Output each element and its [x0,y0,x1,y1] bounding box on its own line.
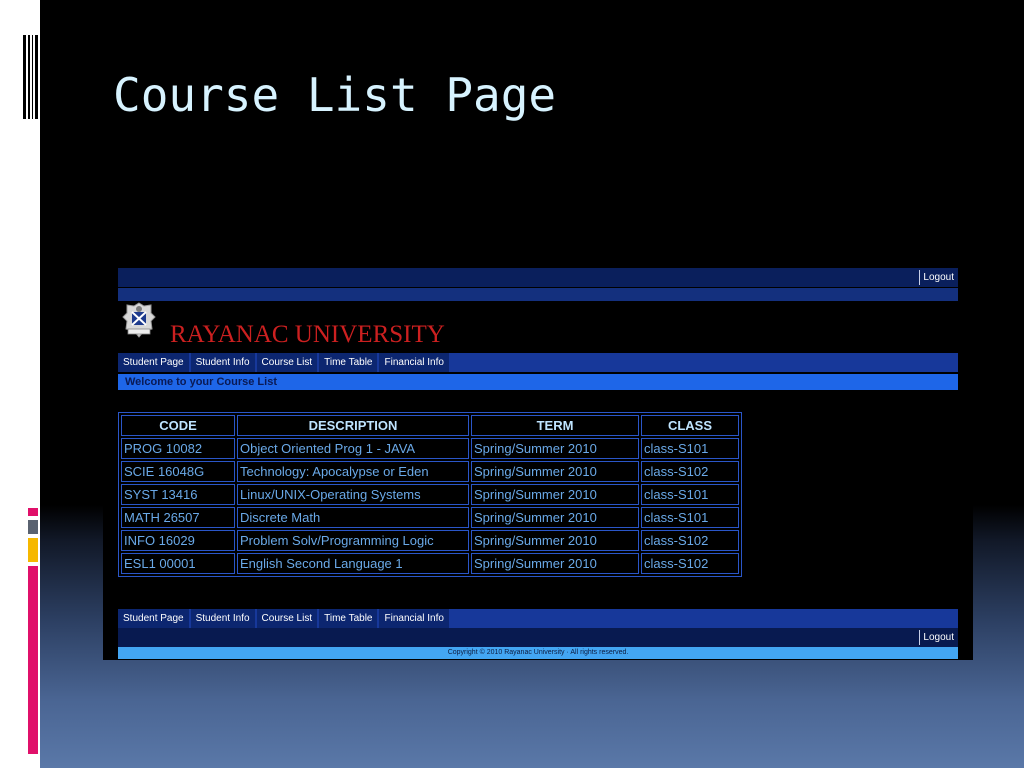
cell-class: class-S101 [641,507,739,528]
cell-term: Spring/Summer 2010 [471,553,639,574]
bottom-nav-bar: Student Page Student Info Course List Ti… [118,609,958,628]
cell-term: Spring/Summer 2010 [471,530,639,551]
cell-description: Object Oriented Prog 1 - JAVA [237,438,469,459]
cell-class: class-S101 [641,484,739,505]
nav-time-table-bottom[interactable]: Time Table [319,609,378,628]
university-crest-icon [122,302,156,338]
header-class: CLASS [641,415,739,436]
table-row: SCIE 16048G Technology: Apocalypse or Ed… [121,461,739,482]
top-nav-bar: Student Page Student Info Course List Ti… [118,353,958,372]
table-row: ESL1 00001 English Second Language 1 Spr… [121,553,739,574]
header-code: CODE [121,415,235,436]
cell-description: English Second Language 1 [237,553,469,574]
cell-code: SYST 13416 [121,484,235,505]
table-row: SYST 13416 Linux/UNIX-Operating Systems … [121,484,739,505]
slide-title: Course List Page [113,68,557,122]
cell-description: Technology: Apocalypse or Eden [237,461,469,482]
cell-class: class-S102 [641,530,739,551]
nav-financial-info[interactable]: Financial Info [379,353,449,372]
striped-bars-decoration [23,35,40,119]
cell-term: Spring/Summer 2010 [471,461,639,482]
accent-pink-small [28,508,38,516]
cell-code: SCIE 16048G [121,461,235,482]
cell-term: Spring/Summer 2010 [471,438,639,459]
nav-course-list-bottom[interactable]: Course List [256,609,318,628]
nav-student-info-bottom[interactable]: Student Info [190,609,255,628]
table-row: PROG 10082 Object Oriented Prog 1 - JAVA… [121,438,739,459]
table-header-row: CODE DESCRIPTION TERM CLASS [121,415,739,436]
cell-description: Problem Solv/Programming Logic [237,530,469,551]
cell-term: Spring/Summer 2010 [471,507,639,528]
university-name: RAYANAC UNIVERSITY [170,321,445,348]
table-row: INFO 16029 Problem Solv/Programming Logi… [121,530,739,551]
cell-code: ESL1 00001 [121,553,235,574]
cell-code: MATH 26507 [121,507,235,528]
course-table: CODE DESCRIPTION TERM CLASS PROG 10082 O… [118,412,742,577]
slide-side-strip [0,0,40,768]
nav-time-table[interactable]: Time Table [319,353,378,372]
nav-student-page[interactable]: Student Page [118,353,189,372]
cell-class: class-S102 [641,553,739,574]
logout-link-bottom[interactable]: Logout [919,630,956,645]
cell-class: class-S101 [641,438,739,459]
nav-course-list[interactable]: Course List [256,353,318,372]
cell-description: Discrete Math [237,507,469,528]
cell-code: INFO 16029 [121,530,235,551]
top-bar: Logout [118,268,958,287]
logout-link-top[interactable]: Logout [919,270,956,285]
nav-financial-info-bottom[interactable]: Financial Info [379,609,449,628]
header-description: DESCRIPTION [237,415,469,436]
accent-pink-long [28,566,38,754]
cell-description: Linux/UNIX-Operating Systems [237,484,469,505]
nav-student-page-bottom[interactable]: Student Page [118,609,189,628]
accent-yellow [28,538,38,562]
copyright-footer: Copyright © 2010 Rayanac University · Al… [118,647,958,659]
university-webpage-screenshot: Logout RAYANAC UNIVERSITY Student Page S… [103,258,973,660]
accent-gray [28,520,38,534]
bottom-bar: Logout [118,628,958,647]
cell-class: class-S102 [641,461,739,482]
header-term: TERM [471,415,639,436]
cell-term: Spring/Summer 2010 [471,484,639,505]
table-row: MATH 26507 Discrete Math Spring/Summer 2… [121,507,739,528]
cell-code: PROG 10082 [121,438,235,459]
top-bar-secondary [118,288,958,301]
welcome-banner: Welcome to your Course List [118,374,958,390]
nav-student-info[interactable]: Student Info [190,353,255,372]
